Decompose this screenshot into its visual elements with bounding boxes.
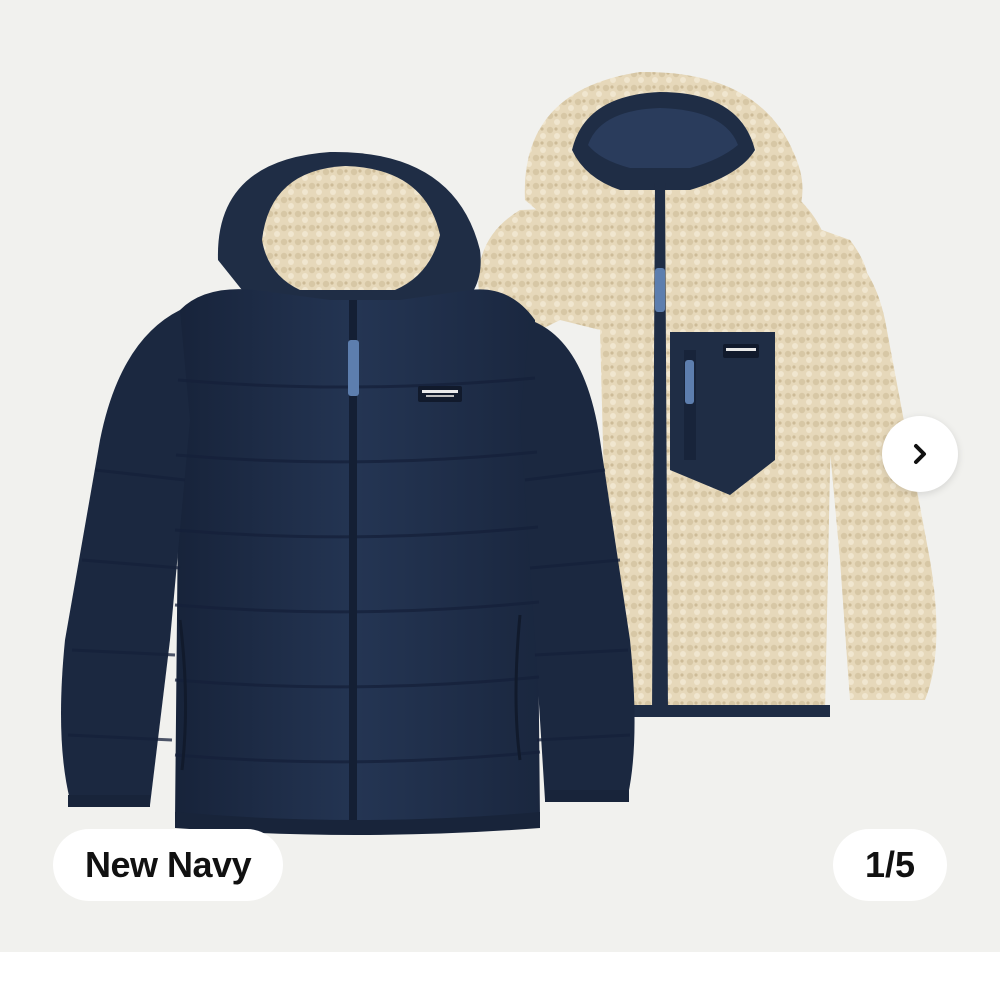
product-image: [61, 71, 937, 835]
next-image-button[interactable]: [882, 416, 958, 492]
chevron-right-icon: [914, 444, 926, 464]
image-counter: 1/5: [833, 829, 947, 901]
color-name-label: New Navy: [53, 829, 284, 901]
product-image-gallery[interactable]: New Navy 1/5: [0, 0, 1000, 952]
bottom-spacer: [0, 952, 1000, 1000]
